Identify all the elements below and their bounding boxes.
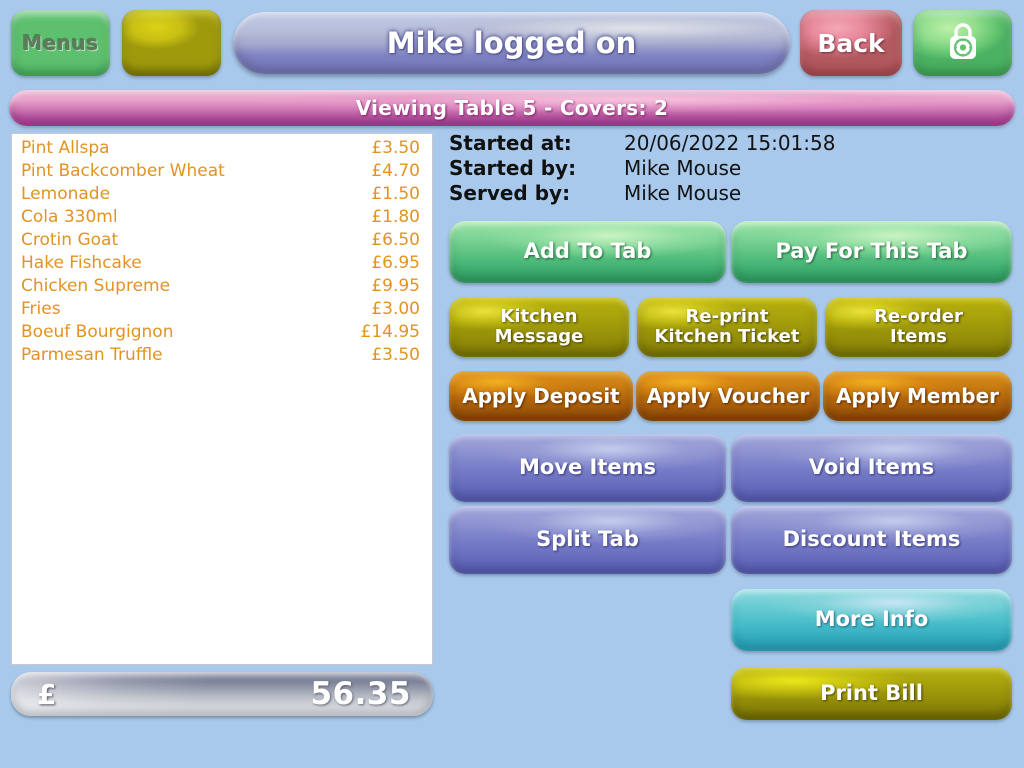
order-item-price: £3.50	[371, 345, 420, 365]
order-item-name: Pint Allspa	[21, 138, 110, 158]
pay-for-this-tab-label: Pay For This Tab	[775, 239, 968, 264]
order-item-price: £4.70	[371, 161, 420, 181]
viewing-table-banner: Viewing Table 5 - Covers: 2	[9, 90, 1015, 126]
info-row-started-by: Started by: Mike Mouse	[449, 156, 1014, 181]
lock-button[interactable]	[913, 10, 1012, 76]
order-item-price: £3.50	[371, 138, 420, 158]
order-item-name: Lemonade	[21, 184, 111, 204]
order-item-row[interactable]: Chicken Supreme £9.95	[21, 276, 422, 299]
split-tab-button[interactable]: Split Tab	[449, 506, 726, 574]
order-items-panel[interactable]: Pint Allspa £3.50 Pint Backcomber Wheat £4.…	[11, 133, 433, 665]
started-at-label: Started at:	[449, 131, 572, 155]
order-item-row[interactable]: Crotin Goat £6.50	[21, 230, 422, 253]
print-bill-label: Print Bill	[820, 680, 923, 705]
order-item-name: Cola 330ml	[21, 207, 118, 227]
back-button-label: Back	[817, 28, 885, 58]
order-total-amount: 56.35	[310, 676, 411, 712]
pay-for-this-tab-button[interactable]: Pay For This Tab	[731, 221, 1012, 283]
apply-voucher-button[interactable]: Apply Voucher	[636, 371, 820, 421]
banner-label: Viewing Table 5 - Covers: 2	[355, 96, 669, 120]
reorder-items-button[interactable]: Re-order Items	[825, 297, 1012, 357]
reprint-kitchen-ticket-button[interactable]: Re-print Kitchen Ticket	[637, 297, 817, 357]
order-item-price: £3.00	[371, 299, 420, 319]
apply-deposit-label: Apply Deposit	[462, 383, 620, 408]
order-item-name: Parmesan Truffle	[21, 345, 163, 365]
reorder-items-label: Re-order Items	[874, 305, 963, 347]
menus-button[interactable]: Menus	[11, 10, 110, 76]
more-info-button[interactable]: More Info	[731, 589, 1012, 651]
order-item-name: Hake Fishcake	[21, 253, 142, 273]
title-plate: Mike logged on	[233, 12, 790, 74]
order-item-price: £9.95	[371, 276, 420, 296]
split-tab-label: Split Tab	[536, 527, 639, 552]
void-items-label: Void Items	[808, 455, 935, 480]
served-by-label: Served by:	[449, 181, 571, 205]
print-bill-button[interactable]: Print Bill	[731, 667, 1012, 720]
order-item-name: Crotin Goat	[21, 230, 119, 250]
order-item-row[interactable]: Lemonade £1.50	[21, 184, 422, 207]
top-bar: Menus Mike logged on Back	[0, 0, 1024, 88]
order-item-row[interactable]: Cola 330ml £1.80	[21, 207, 422, 230]
order-item-row[interactable]: Fries £3.00	[21, 299, 422, 322]
apply-deposit-button[interactable]: Apply Deposit	[449, 371, 633, 421]
order-item-row[interactable]: Pint Allspa £3.50	[21, 138, 422, 161]
move-items-button[interactable]: Move Items	[449, 434, 726, 502]
order-item-price: £14.95	[360, 322, 420, 342]
move-items-label: Move Items	[518, 455, 657, 480]
order-item-row[interactable]: Boeuf Bourgignon £14.95	[21, 322, 422, 345]
kitchen-message-label: Kitchen Message	[494, 305, 584, 347]
order-total-bar: £ 56.35	[11, 672, 433, 716]
started-by-value: Mike Mouse	[624, 156, 742, 180]
add-to-tab-label: Add To Tab	[523, 239, 652, 264]
order-item-price: £1.80	[371, 207, 420, 227]
currency-symbol: £	[37, 677, 57, 711]
add-to-tab-button[interactable]: Add To Tab	[449, 221, 726, 283]
menus-button-label: Menus	[22, 31, 99, 55]
started-at-value: 20/06/2022 15:01:58	[624, 131, 836, 155]
blank-yellow-button[interactable]	[122, 10, 221, 76]
discount-items-label: Discount Items	[782, 527, 961, 552]
tab-info-block: Started at: 20/06/2022 15:01:58 Started …	[449, 131, 1014, 206]
started-by-label: Started by:	[449, 156, 577, 180]
order-item-price: £6.50	[371, 230, 420, 250]
order-item-row[interactable]: Parmesan Truffle £3.50	[21, 345, 422, 368]
order-item-price: £6.95	[371, 253, 420, 273]
void-items-button[interactable]: Void Items	[731, 434, 1012, 502]
status-bar: 09 JUN SHIFT 1 MEMSEC TILL1 17:23	[0, 730, 1024, 768]
discount-items-button[interactable]: Discount Items	[731, 506, 1012, 574]
order-item-name: Boeuf Bourgignon	[21, 322, 174, 342]
kitchen-message-button[interactable]: Kitchen Message	[449, 297, 629, 357]
order-item-row[interactable]: Pint Backcomber Wheat £4.70	[21, 161, 422, 184]
order-items-list: Pint Allspa £3.50 Pint Backcomber Wheat £4.…	[12, 134, 432, 368]
order-item-row[interactable]: Hake Fishcake £6.95	[21, 253, 422, 276]
order-item-name: Fries	[21, 299, 61, 319]
order-item-name: Pint Backcomber Wheat	[21, 161, 225, 181]
order-item-price: £1.50	[371, 184, 420, 204]
reprint-kitchen-ticket-label: Re-print Kitchen Ticket	[654, 305, 800, 347]
order-item-name: Chicken Supreme	[21, 276, 171, 296]
apply-member-button[interactable]: Apply Member	[823, 371, 1012, 421]
info-row-started-at: Started at: 20/06/2022 15:01:58	[449, 131, 1014, 156]
apply-voucher-label: Apply Voucher	[646, 383, 810, 408]
info-row-served-by: Served by: Mike Mouse	[449, 181, 1014, 206]
apply-member-label: Apply Member	[835, 383, 1000, 408]
back-button[interactable]: Back	[800, 10, 902, 76]
page-title: Mike logged on	[386, 26, 637, 60]
padlock-icon	[945, 20, 981, 66]
served-by-value: Mike Mouse	[624, 181, 742, 205]
more-info-label: More Info	[814, 607, 929, 632]
